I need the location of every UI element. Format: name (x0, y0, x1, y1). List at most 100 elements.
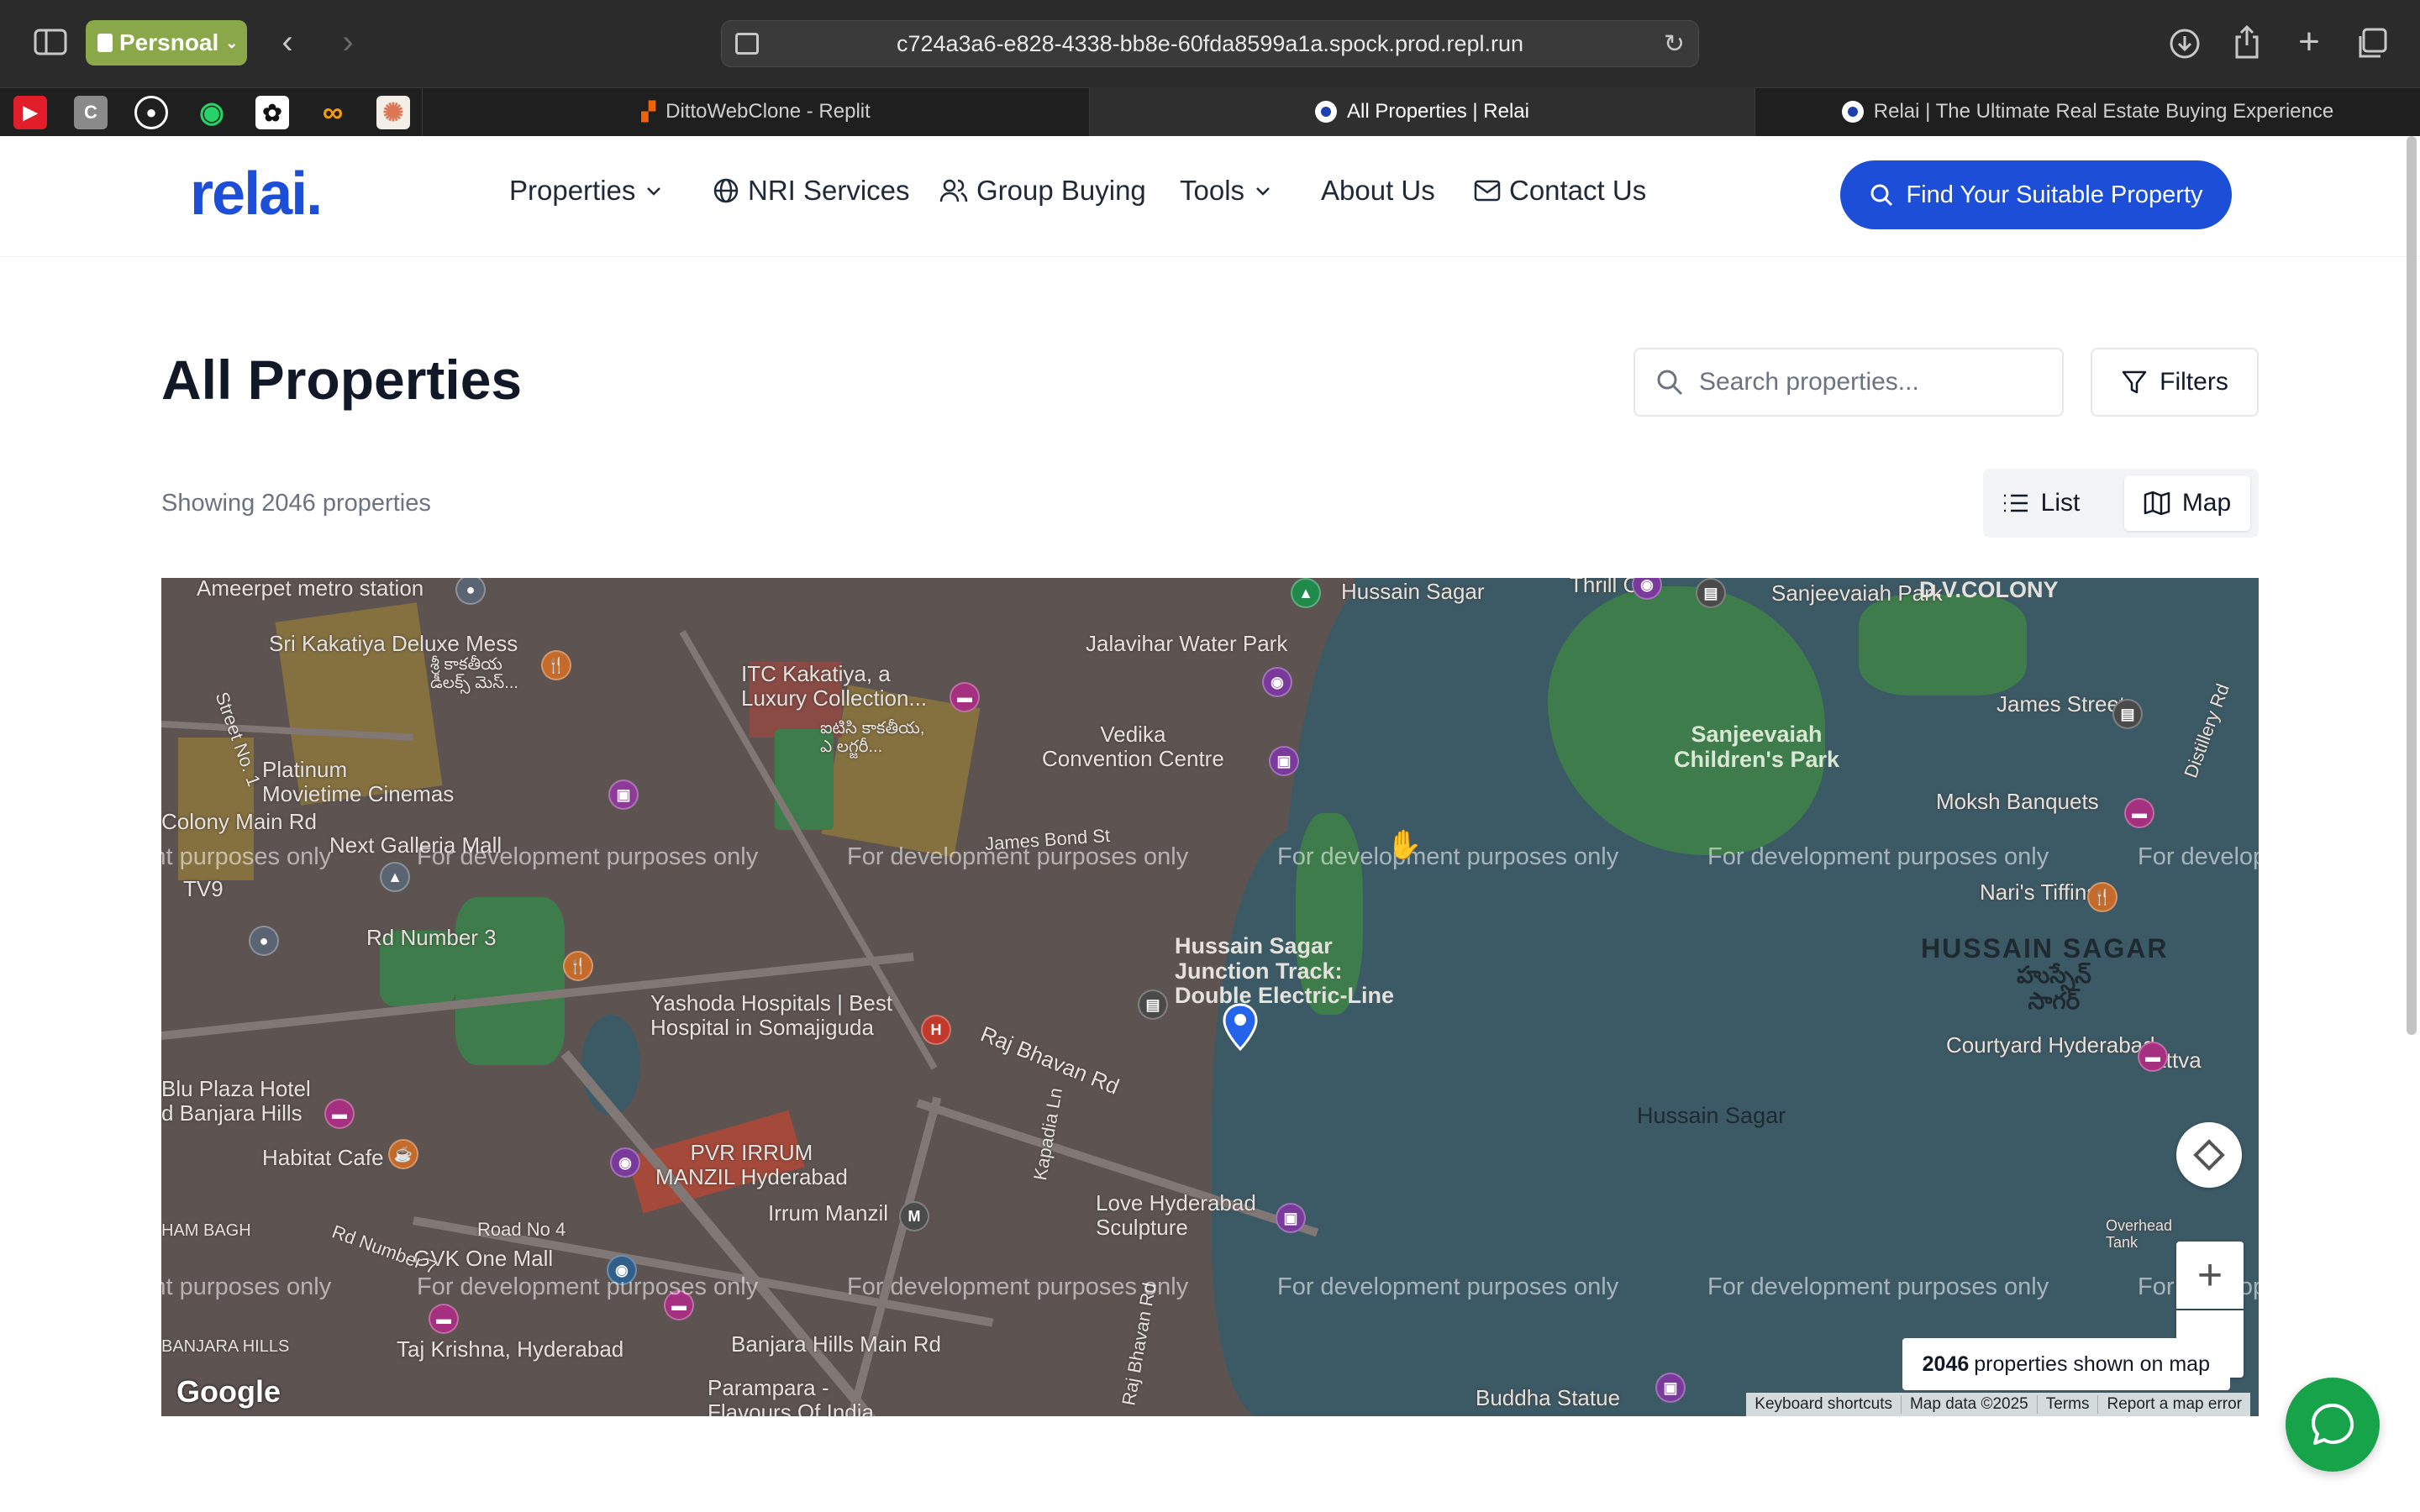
watermark: For development purposes only (1707, 1273, 2049, 1300)
watermark: For development purposes only (161, 1273, 332, 1300)
view-toggle: List Map (1983, 469, 2259, 538)
nav-nri-services[interactable]: NRI Services (713, 175, 910, 207)
convention-icon[interactable]: ▣ (1269, 746, 1299, 776)
tab-all-properties[interactable]: All Properties | Relai (1089, 87, 1754, 136)
page-settings-icon[interactable] (735, 33, 759, 55)
transit-icon[interactable]: ● (249, 926, 279, 956)
fullscreen-button[interactable] (2176, 1122, 2242, 1188)
downloads-icon[interactable] (2166, 25, 2203, 62)
scrollbar[interactable] (2407, 136, 2417, 1035)
nav-contact-us[interactable]: Contact Us (1474, 175, 1646, 207)
map-label: Taj Krishna, Hyderabad (397, 1336, 624, 1362)
nav-label: Tools (1180, 175, 1245, 206)
metro-icon[interactable]: ● (455, 578, 486, 605)
transit-icon[interactable]: ▤ (1138, 990, 1168, 1020)
tab-overview-icon[interactable] (2353, 25, 2390, 62)
tab-relai-home[interactable]: Relai | The Ultimate Real Estate Buying … (1754, 87, 2420, 136)
youtube-icon[interactable]: ▶ (13, 96, 47, 129)
reload-icon[interactable]: ↻ (1664, 29, 1685, 59)
globe-icon (713, 178, 739, 203)
property-map[interactable]: Ameerpet metro station Sri Kakatiya Delu… (161, 578, 2259, 1416)
list-label: List (2040, 489, 2081, 517)
filters-button[interactable]: Filters (2091, 348, 2259, 417)
metro-station-icon[interactable]: M (899, 1201, 929, 1231)
shopping-icon[interactable]: ◉ (1262, 667, 1292, 697)
transit-icon[interactable]: ▤ (2112, 699, 2143, 729)
property-pin-icon[interactable] (1222, 1003, 1259, 1052)
nav-label: About Us (1321, 175, 1435, 206)
landmark-icon[interactable]: ▣ (1276, 1203, 1306, 1233)
map-icon (2144, 491, 2170, 516)
tab-replit[interactable]: ▞ DittoWebClone - Replit (422, 87, 1089, 136)
nav-properties[interactable]: Properties (509, 175, 664, 207)
terms-link[interactable]: Terms (2036, 1395, 2098, 1414)
forward-icon[interactable]: › (331, 24, 365, 60)
map-label: Love Hyderabad Sculpture (1096, 1190, 1256, 1240)
nav-label: Properties (509, 175, 636, 206)
c-icon[interactable]: C (74, 96, 108, 129)
map-label: Vedika Convention Centre (1042, 722, 1224, 771)
claude-icon[interactable]: ✺ (376, 96, 410, 129)
map-count-number: 2046 (1922, 1352, 1970, 1376)
hotel-icon[interactable]: ▬ (324, 1099, 355, 1129)
transit-icon[interactable]: ▤ (1696, 578, 1726, 608)
map-view-button[interactable]: Map (2124, 475, 2250, 531)
nav-about-us[interactable]: About Us (1321, 175, 1435, 207)
nav-tools[interactable]: Tools (1180, 175, 1273, 207)
watermark: For development purposes only (417, 843, 759, 870)
map-label: PVR IRRUM MANZIL Hyderabad (655, 1140, 848, 1189)
infinity-icon[interactable]: ∞ (316, 96, 350, 129)
relai-logo[interactable]: relai. (190, 160, 323, 228)
search-input[interactable] (1699, 368, 2018, 396)
hotel-icon[interactable]: ▬ (2124, 798, 2154, 828)
map-label: Jalavihar Water Park (1086, 631, 1288, 656)
map-label: Overhead Tank (2106, 1217, 2173, 1251)
chat-button[interactable] (2286, 1378, 2380, 1472)
restaurant-icon[interactable]: 🍴 (541, 650, 571, 680)
sidebar-toggle-icon[interactable] (32, 27, 69, 57)
replit-icon: ▞ (641, 101, 656, 122)
openai-icon[interactable]: ✿ (255, 96, 289, 129)
map-label: Parampara - Flavours Of India (708, 1375, 874, 1416)
hotel-icon[interactable]: ▬ (2138, 1042, 2168, 1072)
school-icon[interactable]: ▲ (380, 862, 410, 892)
map-area-yellow (821, 685, 981, 858)
map-label: Sanjeevaiah Park (1771, 580, 1943, 606)
map-label: ఐటిసి కాకతీయ, ఎ లగ్జరీ... (820, 719, 925, 756)
keyboard-shortcuts-link[interactable]: Keyboard shortcuts (1746, 1395, 1901, 1414)
list-view-button[interactable]: List (1993, 475, 2089, 531)
park-icon[interactable]: ▲ (1291, 578, 1321, 608)
browser-toolbar: Persnoal ⌄ ‹ › c724a3a6-e828-4338-bb8e-6… (0, 0, 2420, 87)
shopping-icon[interactable]: ◉ (610, 1147, 640, 1178)
nav-group-buying[interactable]: Group Buying (939, 175, 1146, 207)
report-map-error-link[interactable]: Report a map error (2097, 1395, 2250, 1414)
whatsapp-icon[interactable]: ◉ (195, 96, 229, 129)
restaurant-icon[interactable]: 🍴 (2087, 882, 2118, 912)
hotel-icon[interactable]: ▬ (950, 682, 980, 712)
map-label: హుస్సేన్ సాగర్ (2017, 962, 2091, 1014)
watermark: For development purposes only (847, 843, 1189, 870)
new-tab-icon[interactable]: + (2291, 21, 2328, 62)
cta-label: Find Your Suitable Property (1906, 181, 2203, 208)
search-icon (1657, 370, 1683, 396)
hospital-icon[interactable]: H (921, 1015, 951, 1045)
cafe-icon[interactable]: ☕ (388, 1139, 418, 1169)
share-icon[interactable] (2228, 24, 2265, 60)
profile-button[interactable]: Persnoal ⌄ (86, 20, 247, 66)
search-box[interactable] (1634, 348, 2064, 417)
zoom-in-button[interactable]: + (2176, 1242, 2244, 1309)
github-icon[interactable]: ● (134, 96, 168, 129)
address-bar[interactable]: c724a3a6-e828-4338-bb8e-60fda8599a1a.spo… (721, 20, 1699, 67)
cinema-icon[interactable]: ▣ (608, 780, 639, 810)
relai-favicon-icon (1315, 101, 1337, 123)
hotel-icon[interactable]: ▬ (429, 1304, 459, 1334)
landmark-icon[interactable]: ▣ (1655, 1373, 1686, 1403)
watermark: For development purposes only (417, 1273, 759, 1300)
mail-icon (1474, 180, 1501, 202)
map-label: Rd Number 3 (366, 925, 497, 950)
park-east (1859, 595, 2027, 696)
back-icon[interactable]: ‹ (271, 24, 304, 60)
map-label: HUSSAIN SAGAR (1921, 933, 2169, 963)
find-property-button[interactable]: Find Your Suitable Property (1840, 160, 2232, 229)
restaurant-icon[interactable]: 🍴 (563, 951, 593, 981)
